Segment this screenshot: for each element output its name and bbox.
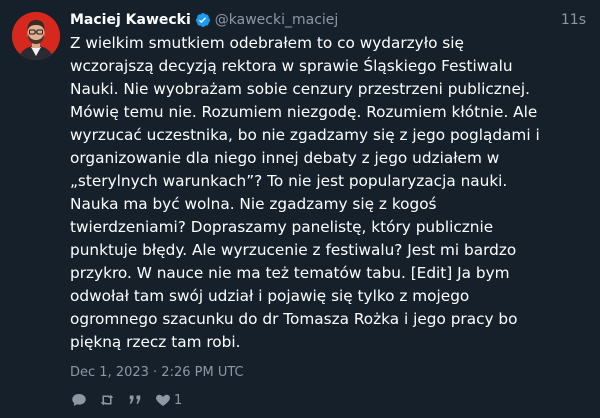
quote-button[interactable] [126,391,144,409]
author-name[interactable]: Maciej Kawecki [70,12,191,28]
reply-icon [70,391,88,409]
like-count: 1 [174,392,183,408]
relative-time[interactable]: 11s [561,12,586,28]
avatar[interactable] [12,12,60,60]
tweet-actions: 1 [70,390,192,410]
author-handle[interactable]: @kawecki_maciej [215,12,339,28]
reply-button[interactable] [70,391,88,409]
retweet-button[interactable] [98,391,116,409]
tweet-timestamp[interactable]: Dec 1, 2023 · 2:26 PM UTC [70,365,244,380]
quote-icon [126,391,144,409]
like-button[interactable]: 1 [154,391,182,409]
retweet-icon [98,391,116,409]
verified-badge-icon [195,12,211,28]
tweet-text: Z wielkim smutkiem odebrałem to co wydar… [70,34,540,351]
heart-icon [154,391,172,409]
tweet-card: Maciej Kawecki @kawecki_maciej 11s Z wie… [0,0,600,418]
tweet-header: Maciej Kawecki @kawecki_maciej 11s [70,9,586,31]
